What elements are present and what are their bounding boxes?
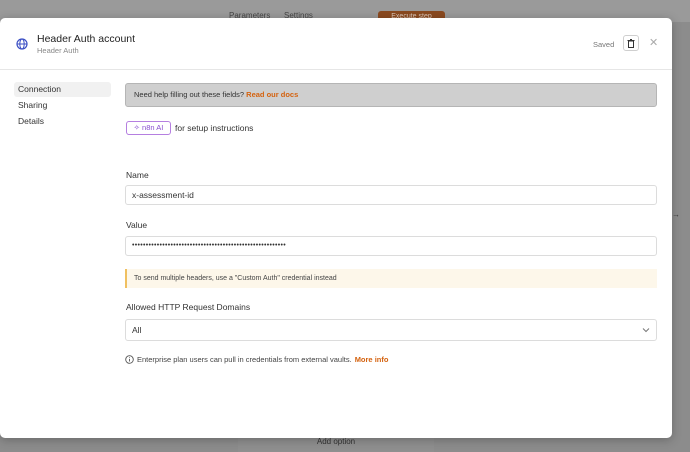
sparkle-icon: ✧	[133, 123, 140, 132]
saved-status: Saved	[593, 40, 615, 49]
sidebar-item-connection[interactable]: Connection	[14, 82, 111, 97]
n8n-ai-button[interactable]: ✧ n8n AI	[126, 121, 171, 135]
ai-instructions-text: for setup instructions	[175, 123, 254, 133]
enterprise-note: Enterprise plan users can pull in creden…	[125, 355, 388, 364]
more-info-link[interactable]: More info	[355, 355, 389, 364]
read-docs-link[interactable]: Read our docs	[246, 90, 298, 99]
modal-header: Header Auth account Header Auth Saved ✕	[0, 18, 672, 70]
delete-button[interactable]	[623, 35, 639, 51]
help-text: Need help filling out these fields?	[134, 90, 245, 99]
background-right-panel: →	[672, 210, 690, 310]
modal-sidebar: Connection Sharing Details	[14, 82, 111, 130]
info-icon	[125, 355, 134, 364]
name-label: Name	[126, 170, 149, 180]
chevron-down-icon	[642, 328, 650, 333]
sidebar-item-details[interactable]: Details	[14, 114, 111, 129]
sidebar-item-sharing[interactable]: Sharing	[14, 98, 111, 113]
modal-title: Header Auth account	[37, 33, 136, 45]
value-label: Value	[126, 220, 148, 230]
domains-select[interactable]: All	[125, 319, 657, 341]
value-password-input[interactable]: ••••••••••••••••••••••••••••••••••••••••…	[125, 236, 657, 256]
domains-selected-value: All	[132, 325, 142, 335]
help-banner: Need help filling out these fields? Read…	[125, 83, 657, 107]
n8n-ai-label: n8n AI	[142, 123, 164, 132]
trash-icon	[627, 38, 635, 48]
credential-modal: Header Auth account Header Auth Saved ✕ …	[0, 18, 672, 438]
domains-label: Allowed HTTP Request Domains	[126, 302, 251, 312]
name-input[interactable]: x-assessment-id	[125, 185, 657, 205]
multiple-headers-notice: To send multiple headers, use a "Custom …	[125, 269, 657, 288]
close-icon[interactable]: ✕	[649, 37, 658, 49]
bg-arrow-icon: →	[672, 210, 680, 219]
modal-subtitle: Header Auth	[37, 46, 79, 55]
globe-icon	[16, 38, 28, 50]
enterprise-text: Enterprise plan users can pull in creden…	[137, 355, 352, 364]
